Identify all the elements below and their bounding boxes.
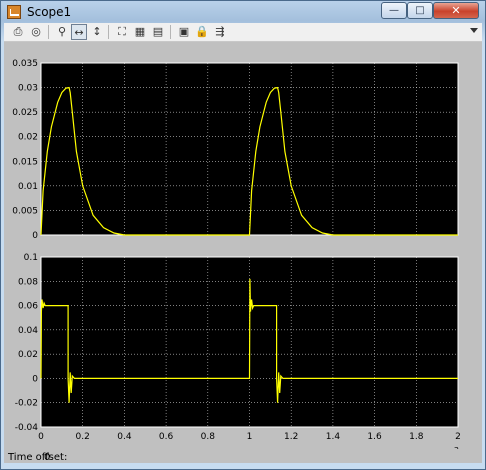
x-tick-label: 1.2: [284, 432, 298, 442]
minimize-button[interactable]: —: [381, 2, 407, 19]
save-axes-icon[interactable]: ▦: [132, 24, 148, 40]
print-icon[interactable]: ⎙: [10, 24, 26, 40]
x-tick-label: 1: [247, 432, 253, 442]
scope-app-icon: [7, 5, 21, 19]
y-tick-label: 0.06: [18, 302, 38, 312]
close-button[interactable]: ✕: [433, 2, 479, 19]
y-tick-label: 0.08: [18, 277, 38, 287]
lock-axes-icon[interactable]: 🔒: [194, 24, 210, 40]
y-tick-label: -0.04: [15, 423, 39, 433]
status-bar: Time offset: 0: [4, 449, 482, 465]
zoom-x-icon[interactable]: ↔: [71, 24, 87, 40]
toolbar-dropdown-icon[interactable]: [470, 28, 478, 33]
scope-window: Scope1 — □ ✕ ⎙ ◎ ⚲ ↔ ↕ ⛶ ▦ ▤ ▣ 🔒 ⇶ 0 0.00…: [0, 0, 486, 470]
time-offset-value: 0: [44, 452, 51, 463]
y-tick-label: 0.01: [18, 182, 38, 192]
y-tick-label: 0.02: [18, 133, 38, 143]
x-tick-label: 0.2: [76, 432, 90, 442]
zoom-y-icon[interactable]: ↕: [89, 24, 105, 40]
scope-plot-area: 0 0.005 0.01 0.015 0.02 0.025 0.03 0.035 -0.04 -0…: [4, 42, 482, 464]
y-tick-label: 0.02: [18, 350, 38, 360]
y-tick-label: 0: [32, 374, 38, 384]
toolbar-separator: [48, 25, 49, 39]
y-tick-label: 0.04: [18, 326, 38, 336]
restore-axes-icon[interactable]: ▤: [150, 24, 166, 40]
signal-selector-icon[interactable]: ⇶: [212, 24, 228, 40]
x-tick-label: 0.6: [159, 432, 174, 442]
autoscale-icon[interactable]: ⛶: [114, 24, 130, 40]
floating-scope-icon[interactable]: ▣: [176, 24, 192, 40]
x-tick-label: 0.4: [117, 432, 132, 442]
y-tick-label: 0.005: [12, 206, 38, 216]
title-bar[interactable]: Scope1 — □ ✕: [1, 1, 485, 23]
toolbar-separator: [170, 25, 171, 39]
toolbar: ⎙ ◎ ⚲ ↔ ↕ ⛶ ▦ ▤ ▣ 🔒 ⇶: [4, 23, 482, 42]
zoom-icon[interactable]: ⚲: [54, 24, 70, 40]
toolbar-separator: [108, 25, 109, 39]
x-tick-label: 0.8: [201, 432, 216, 442]
x-tick-label: 0: [38, 432, 44, 442]
maximize-button[interactable]: □: [407, 2, 433, 19]
y-tick-label: 0.035: [12, 59, 38, 69]
y-tick-label: 0.03: [18, 84, 38, 94]
window-title: Scope1: [27, 5, 72, 19]
y-tick-label: 0.025: [12, 108, 38, 118]
x-tick-label: 2: [455, 432, 461, 442]
scope-plots: 0 0.005 0.01 0.015 0.02 0.025 0.03 0.035 -0.04 -0…: [12, 59, 461, 464]
x-tick-label: 1.8: [409, 432, 424, 442]
y-tick-label: 0: [32, 231, 38, 241]
x-tick-label: 1.4: [326, 432, 341, 442]
y-tick-label: 0.015: [12, 157, 38, 167]
y-tick-label: 0.1: [24, 253, 38, 263]
parameters-icon[interactable]: ◎: [28, 24, 44, 40]
y-tick-label: -0.02: [15, 399, 38, 409]
plot-background-1: [40, 62, 459, 236]
x-tick-label: 1.6: [367, 432, 382, 442]
time-offset-label: Time offset:: [8, 452, 68, 463]
